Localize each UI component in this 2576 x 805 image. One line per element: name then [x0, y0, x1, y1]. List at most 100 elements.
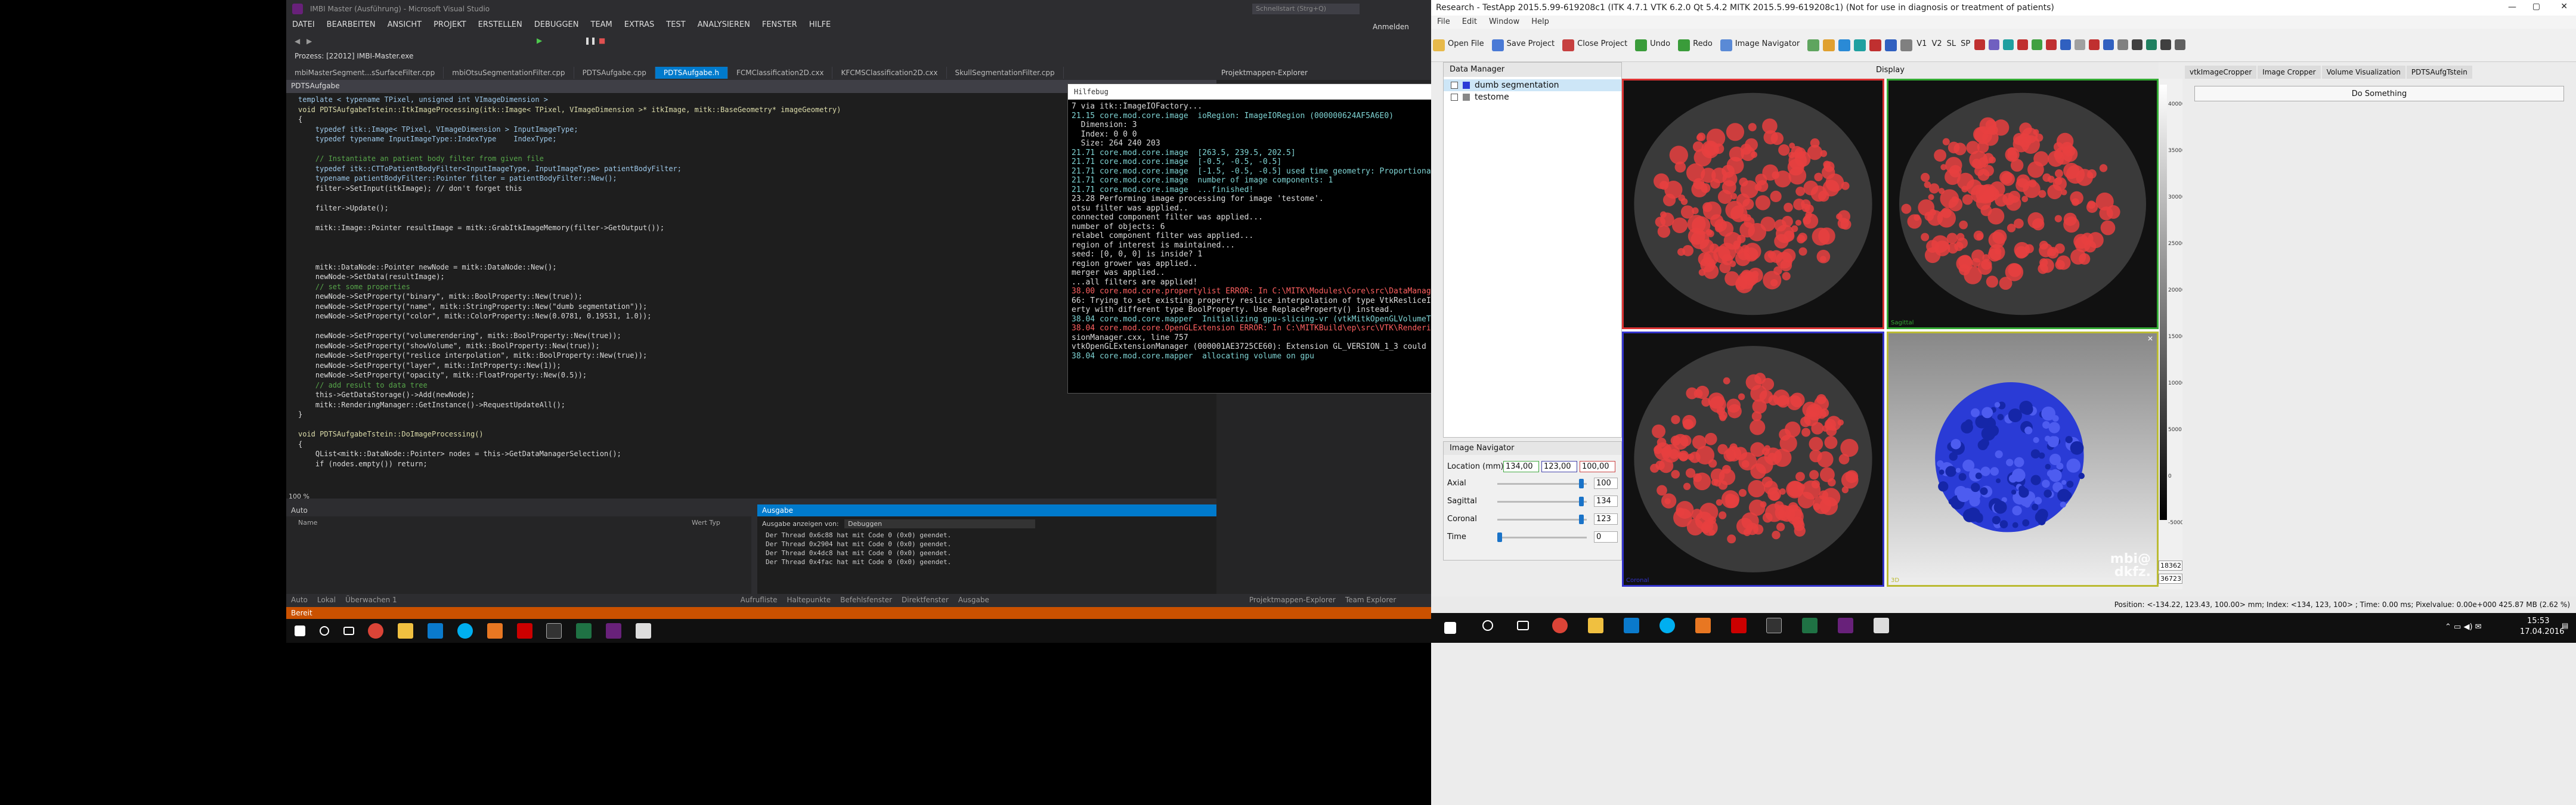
bottom-tab[interactable]: Ausgabe — [953, 594, 994, 606]
clock-date[interactable]: 17.04.2016 — [2520, 627, 2564, 636]
vs-menu-item[interactable]: HILFE — [803, 18, 837, 32]
vs-menu-item[interactable]: EXTRAS — [618, 18, 660, 32]
tool-icon[interactable] — [2003, 39, 2014, 50]
location-z-input[interactable]: 100,00 — [1580, 461, 1615, 472]
store-icon[interactable] — [428, 623, 444, 639]
search-icon[interactable] — [319, 626, 329, 636]
slice-handle[interactable] — [1578, 497, 1584, 506]
mitk-menu-item[interactable]: Edit — [1456, 16, 1483, 28]
bottom-tab[interactable]: Befehlsfenster — [835, 594, 897, 606]
location-x-input[interactable]: 134,00 — [1503, 461, 1539, 472]
visual-studio-icon[interactable] — [606, 623, 622, 639]
file-tab[interactable]: PDTSAufgabe.cpp — [574, 67, 655, 79]
tool-icon[interactable] — [2117, 39, 2129, 50]
vs-menu-item[interactable]: DATEI — [286, 18, 321, 32]
file-tab[interactable]: mbiOtsuSegmentationFilter.cpp — [444, 67, 574, 79]
output-source-select[interactable]: Debuggen — [844, 519, 1036, 528]
data-node[interactable]: dumb segmentation — [1444, 79, 1621, 91]
plugin-tab[interactable]: vtkImageCropper — [2185, 66, 2257, 79]
matlab-icon[interactable] — [1695, 618, 1711, 633]
toolbar-button[interactable]: Save Project — [1506, 29, 1561, 59]
tool-icon[interactable] — [2060, 39, 2072, 50]
zoom-level[interactable]: 100 % — [289, 493, 309, 500]
tool-icon[interactable] — [2075, 39, 2086, 50]
redo-icon[interactable] — [1678, 39, 1690, 51]
vs-menu-item[interactable]: FENSTER — [756, 18, 803, 32]
maximize-icon[interactable]: ▢ — [2532, 2, 2540, 11]
back-icon[interactable]: ◀ — [295, 37, 300, 45]
notifications-icon[interactable]: ▤ — [2562, 621, 2568, 630]
plugin-icon[interactable] — [1900, 39, 1913, 51]
explorer-icon[interactable] — [398, 623, 414, 639]
start-icon[interactable] — [295, 626, 305, 636]
plugin-icon[interactable] — [1823, 39, 1835, 51]
level-window-gradient[interactable] — [2160, 85, 2167, 520]
vs-menu-item[interactable]: ANALYSIEREN — [692, 18, 756, 32]
minimize-icon[interactable]: — — [2508, 2, 2516, 12]
visibility-checkbox[interactable] — [1451, 94, 1458, 101]
image-navigator-icon[interactable] — [1720, 39, 1732, 51]
slice-value[interactable]: 134 — [1594, 496, 1618, 507]
slice-value[interactable]: 123 — [1594, 513, 1618, 525]
plugin-icon[interactable] — [1838, 39, 1851, 51]
slice-handle[interactable] — [1578, 479, 1584, 488]
clock-time[interactable]: 15:53 — [2527, 617, 2549, 626]
bottom-tab[interactable]: Lokal — [312, 594, 340, 606]
plugin-tab[interactable]: PDTSAufgTstein — [2406, 66, 2472, 79]
bottom-tab[interactable]: Überwachen 1 — [340, 594, 402, 606]
chrome-icon[interactable] — [1552, 618, 1568, 633]
terminal-icon[interactable] — [546, 623, 562, 639]
process-selector[interactable]: Prozess: [22012] IMBI-Master.exe — [295, 52, 413, 60]
close-icon[interactable]: ✕ — [2560, 2, 2568, 11]
plugin-icon[interactable] — [1807, 39, 1820, 51]
forward-icon[interactable]: ▶ — [306, 37, 312, 45]
bottom-tab[interactable]: Direktfenster — [897, 594, 953, 606]
toolbar-button[interactable]: Open File — [1447, 29, 1490, 59]
vs-menu-item[interactable]: ERSTELLEN — [472, 18, 528, 32]
level-window[interactable]: 40000 35000 30000 25000 20000 15000 10000 5000 0… — [2159, 79, 2185, 589]
app-icon[interactable] — [1873, 618, 1889, 633]
plugin-icon[interactable] — [1885, 39, 1897, 51]
terminal-icon[interactable] — [1766, 618, 1782, 633]
slice-handle[interactable] — [1497, 532, 1502, 542]
pause-icon[interactable]: ❚❚ — [584, 36, 596, 45]
vs-menu-item[interactable]: DEBUGGEN — [528, 18, 585, 32]
file-tab[interactable]: mbiMasterSegment...sSurfaceFilter.cpp — [286, 67, 444, 79]
save-project-icon[interactable] — [1491, 39, 1504, 51]
plugin-tab[interactable]: Volume Visualization — [2321, 66, 2405, 79]
bottom-tab[interactable]: Auto — [286, 594, 312, 606]
3d-viewport[interactable]: mbi@ dkfz. ✕ 3D — [1887, 332, 2159, 587]
tool-icon[interactable] — [2103, 39, 2114, 50]
skype-icon[interactable] — [457, 623, 473, 639]
task-view-icon[interactable] — [1516, 621, 1529, 630]
file-tab[interactable]: KFCMSClassification2D.cxx — [832, 67, 947, 79]
vs-menu-item[interactable]: ANSICHT — [382, 18, 428, 32]
tool-icon[interactable] — [2160, 39, 2172, 50]
tool-icon[interactable] — [2017, 39, 2029, 50]
axial-viewport[interactable] — [1622, 79, 1884, 329]
vs-menu-item[interactable]: BEARBEITEN — [321, 18, 382, 32]
plugin-icon[interactable] — [1869, 39, 1882, 51]
slice-track[interactable] — [1497, 483, 1587, 485]
viewport-close-icon[interactable]: ✕ — [2147, 335, 2153, 343]
slice-track[interactable] — [1497, 501, 1587, 503]
toolbar-button[interactable]: Redo — [1692, 29, 1719, 59]
bottom-tab[interactable]: Team Explorer — [1340, 594, 1401, 606]
slice-handle[interactable] — [1578, 515, 1584, 524]
data-manager-tab[interactable]: Data Manager — [1444, 63, 1621, 77]
view-button[interactable]: V2 — [1929, 29, 1944, 59]
vs-menu-item[interactable]: TEAM — [585, 18, 618, 32]
view-button[interactable]: SP — [1958, 29, 1973, 59]
tool-icon[interactable] — [2032, 39, 2043, 50]
tool-icon[interactable] — [2175, 39, 2186, 50]
app-icon[interactable] — [635, 623, 651, 639]
data-node[interactable]: testome — [1444, 91, 1621, 103]
skype-icon[interactable] — [1659, 618, 1675, 633]
tool-icon[interactable] — [2046, 39, 2057, 50]
search-icon[interactable] — [1482, 620, 1493, 631]
acrobat-icon[interactable] — [516, 623, 532, 639]
image-navigator-tab[interactable]: Image Navigator — [1444, 442, 1621, 455]
close-project-icon[interactable] — [1562, 39, 1575, 51]
file-tab[interactable]: FCMClassification2D.cxx — [728, 67, 833, 79]
view-button[interactable]: SL — [1945, 29, 1959, 59]
